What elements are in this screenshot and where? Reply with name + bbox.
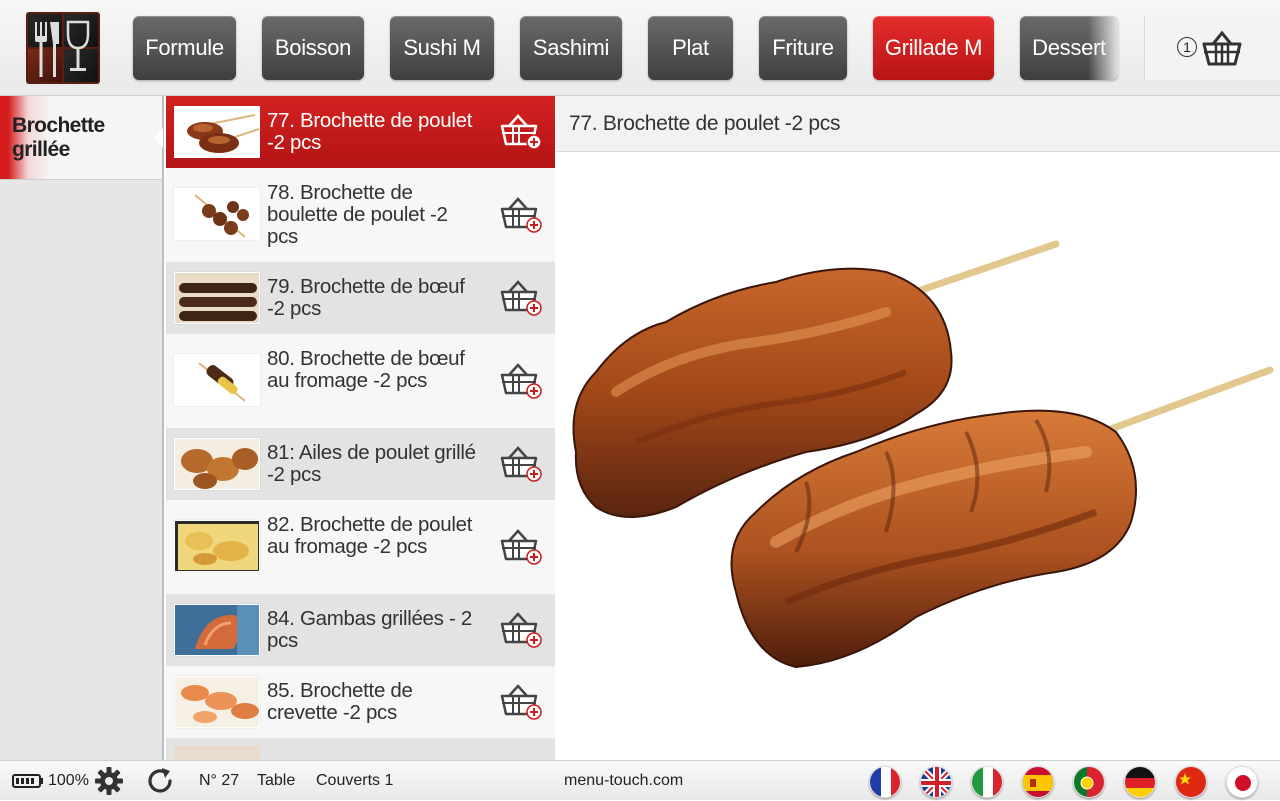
menu-item-label: 77. Brochette de poulet -2 pcs bbox=[267, 109, 473, 154]
item-thumbnail bbox=[174, 438, 260, 490]
restaurant-logo bbox=[26, 12, 100, 84]
settings-button[interactable] bbox=[94, 761, 124, 801]
item-thumbnail bbox=[174, 520, 260, 572]
category-plat[interactable]: Plat bbox=[648, 16, 733, 80]
menu-item-label: 78. Brochette de boulette de poulet -2 p… bbox=[267, 181, 448, 248]
detail-title: 77. Brochette de poulet -2 pcs bbox=[556, 96, 1280, 152]
subcategory-sidebar: Brochette grillée bbox=[0, 96, 164, 760]
top-bar: Formule Boisson Sushi M Sashimi Plat Fri… bbox=[0, 0, 1280, 96]
flag-fr-icon[interactable] bbox=[869, 766, 901, 798]
category-sashimi[interactable]: Sashimi bbox=[520, 16, 622, 80]
add-to-basket-icon[interactable] bbox=[499, 195, 543, 235]
category-grillade-m[interactable]: Grillade M bbox=[873, 16, 994, 80]
covers-count: Couverts 1 bbox=[316, 772, 394, 789]
item-thumbnail bbox=[174, 354, 260, 406]
flag-pt-icon[interactable] bbox=[1073, 766, 1105, 798]
flag-de-icon[interactable] bbox=[1124, 766, 1156, 798]
item-thumbnail bbox=[174, 604, 260, 656]
menu-item-label: 82. Brochette de poulet au fromage -2 pc… bbox=[267, 513, 473, 558]
category-boisson[interactable]: Boisson bbox=[262, 16, 364, 80]
table-label: Table bbox=[257, 772, 296, 789]
menu-item-label: 85. Brochette de crevette -2 pcs bbox=[267, 679, 413, 724]
subcategory-label: Brochette grillée bbox=[12, 113, 105, 161]
refresh-icon bbox=[148, 768, 172, 793]
add-to-basket-icon[interactable] bbox=[499, 527, 543, 567]
battery-indicator: 100% bbox=[12, 761, 89, 801]
menu-item-85[interactable]: 85. Brochette de crevette -2 pcs bbox=[166, 666, 555, 738]
battery-icon bbox=[12, 774, 43, 788]
menu-item-84[interactable]: 84. Gambas grillées - 2 pcs bbox=[166, 594, 555, 666]
category-dessert[interactable]: Dessert bbox=[1020, 16, 1118, 80]
menu-item-81[interactable]: 81: Ailes de poulet grillé -2 pcs bbox=[166, 428, 555, 500]
menu-item-79[interactable]: 79. Brochette de bœuf -2 pcs bbox=[166, 262, 555, 334]
menu-item-80[interactable]: 80. Brochette de bœuf au fromage -2 pcs bbox=[166, 334, 555, 428]
subcategory-brochette-grillee[interactable]: Brochette grillée bbox=[0, 96, 163, 180]
category-formule[interactable]: Formule bbox=[133, 16, 236, 80]
menu-item-label: 81: Ailes de poulet grillé -2 pcs bbox=[267, 441, 476, 486]
table-number: N° 27 bbox=[199, 772, 240, 789]
flag-en-icon[interactable] bbox=[920, 766, 952, 798]
basket-icon bbox=[1202, 30, 1242, 66]
menu-item-label: 79. Brochette de bœuf -2 pcs bbox=[267, 275, 465, 320]
refresh-button[interactable] bbox=[145, 761, 175, 801]
add-to-basket-icon[interactable] bbox=[499, 610, 543, 650]
add-to-basket-icon[interactable] bbox=[499, 361, 543, 401]
add-to-basket-icon[interactable] bbox=[499, 112, 543, 152]
category-friture[interactable]: Friture bbox=[759, 16, 847, 80]
item-thumbnail bbox=[174, 106, 260, 158]
menu-item-label: 80. Brochette de bœuf au fromage -2 pcs bbox=[267, 347, 465, 392]
flag-ja-icon[interactable] bbox=[1226, 766, 1258, 798]
item-thumbnail bbox=[174, 746, 260, 760]
add-to-basket-icon[interactable] bbox=[499, 444, 543, 484]
add-to-basket-icon[interactable] bbox=[499, 682, 543, 722]
add-to-basket-icon[interactable] bbox=[499, 278, 543, 318]
cart-count-badge: 1 bbox=[1177, 37, 1197, 57]
item-photo[interactable] bbox=[556, 152, 1280, 760]
menu-item-82[interactable]: 82. Brochette de poulet au fromage -2 pc… bbox=[166, 500, 555, 594]
site-link[interactable]: menu-touch.com bbox=[564, 761, 683, 801]
menu-item-78[interactable]: 78. Brochette de boulette de poulet -2 p… bbox=[166, 168, 555, 262]
item-thumbnail bbox=[174, 272, 260, 324]
cart-button[interactable]: 1 bbox=[1144, 16, 1280, 80]
item-thumbnail bbox=[174, 188, 260, 240]
battery-percentage: 100% bbox=[48, 772, 89, 789]
menu-item-next-partial[interactable] bbox=[166, 738, 555, 760]
flag-it-icon[interactable] bbox=[971, 766, 1003, 798]
status-bar: 100% N° 27 Table Couverts 1 menu-touch.c… bbox=[0, 760, 1280, 800]
menu-item-list: 77. Brochette de poulet -2 pcs 78. Broch… bbox=[166, 96, 555, 760]
gear-icon bbox=[95, 767, 123, 795]
category-sushi-m[interactable]: Sushi M bbox=[390, 16, 494, 80]
flag-es-icon[interactable] bbox=[1022, 766, 1054, 798]
item-thumbnail bbox=[174, 676, 260, 728]
active-indicator-arrow bbox=[154, 128, 163, 148]
flag-zh-icon[interactable] bbox=[1175, 766, 1207, 798]
menu-item-77[interactable]: 77. Brochette de poulet -2 pcs bbox=[166, 96, 555, 168]
menu-item-label: 84. Gambas grillées - 2 pcs bbox=[267, 607, 473, 652]
